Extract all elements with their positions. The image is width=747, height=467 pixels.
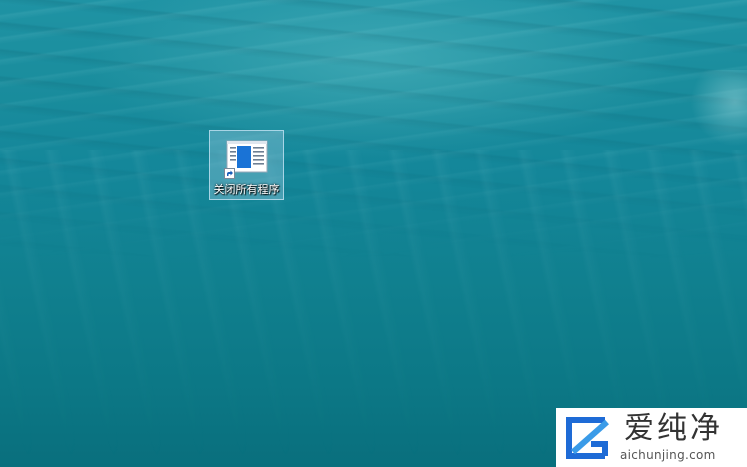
watermark-title: 爱纯净	[624, 411, 723, 446]
wallpaper-foam	[687, 70, 747, 150]
shortcut-arrow-icon	[224, 168, 235, 179]
desktop-shortcut-close-all-programs[interactable]: 关闭所有程序	[209, 130, 284, 200]
desktop-icon-label: 关闭所有程序	[213, 183, 280, 196]
aichunjing-logo	[566, 417, 609, 459]
desktop[interactable]: 关闭所有程序 爱纯净 aichunjing.com	[0, 0, 747, 467]
watermark-url: aichunjing.com	[620, 448, 716, 462]
site-watermark: 爱纯净 aichunjing.com	[556, 408, 747, 467]
